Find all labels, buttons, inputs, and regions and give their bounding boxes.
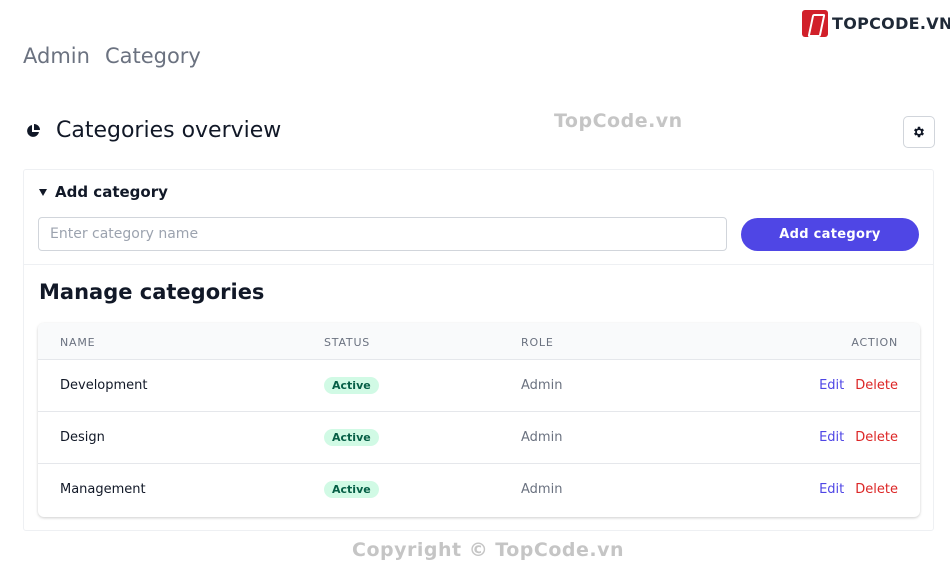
edit-link[interactable]: Edit <box>819 430 844 445</box>
category-name: Management <box>60 482 146 497</box>
settings-button[interactable] <box>903 116 935 148</box>
status-badge: Active <box>324 429 379 446</box>
table-row: Development Active Admin Edit Delete <box>38 360 920 412</box>
breadcrumb-category[interactable]: Category <box>105 44 201 68</box>
page-header: Categories overview <box>26 118 281 143</box>
table-row: Design Active Admin Edit Delete <box>38 412 920 464</box>
table-header: NAME STATUS ROLE ACTION <box>38 323 920 360</box>
column-action: ACTION <box>851 336 898 349</box>
edit-link[interactable]: Edit <box>819 482 844 497</box>
page-title: Categories overview <box>56 118 282 143</box>
watermark-copyright: Copyright © TopCode.vn <box>352 539 625 561</box>
categories-panel: Add category Add category Manage categor… <box>23 169 934 531</box>
add-category-button[interactable]: Add category <box>741 218 919 251</box>
role-cell: Admin <box>521 482 563 497</box>
status-badge: Active <box>324 377 379 394</box>
action-cell: Edit Delete <box>819 430 898 445</box>
breadcrumb-admin[interactable]: Admin <box>23 44 90 68</box>
logo-icon <box>802 10 828 37</box>
column-status: STATUS <box>324 336 371 349</box>
column-name: NAME <box>60 336 96 349</box>
action-cell: Edit Delete <box>819 378 898 393</box>
add-category-section: Add category Add category <box>24 170 933 265</box>
status-cell: Active <box>324 429 379 446</box>
gear-icon <box>914 126 924 138</box>
status-badge: Active <box>324 481 379 498</box>
categories-table: NAME STATUS ROLE ACTION Development Acti… <box>38 323 920 517</box>
column-role: ROLE <box>521 336 554 349</box>
delete-link[interactable]: Delete <box>855 430 898 445</box>
category-name: Design <box>60 430 105 445</box>
add-category-summary-label: Add category <box>55 183 168 201</box>
role-cell: Admin <box>521 430 563 445</box>
add-category-toggle[interactable]: Add category <box>39 183 168 201</box>
caret-down-icon <box>39 188 47 196</box>
role-cell: Admin <box>521 378 563 393</box>
breadcrumb: Admin Category <box>23 44 201 68</box>
watermark-top: TopCode.vn <box>554 110 683 132</box>
status-cell: Active <box>324 377 379 394</box>
brand-logo: TOPCODE.VN <box>802 10 950 37</box>
pie-chart-icon <box>27 123 40 137</box>
table-row: Management Active Admin Edit Delete <box>38 464 920 516</box>
edit-link[interactable]: Edit <box>819 378 844 393</box>
action-cell: Edit Delete <box>819 482 898 497</box>
manage-categories-title: Manage categories <box>39 280 265 304</box>
logo-text: TOPCODE.VN <box>832 14 950 33</box>
category-name-input[interactable] <box>38 217 727 251</box>
category-name: Development <box>60 378 148 393</box>
status-cell: Active <box>324 481 379 498</box>
delete-link[interactable]: Delete <box>855 482 898 497</box>
delete-link[interactable]: Delete <box>855 378 898 393</box>
